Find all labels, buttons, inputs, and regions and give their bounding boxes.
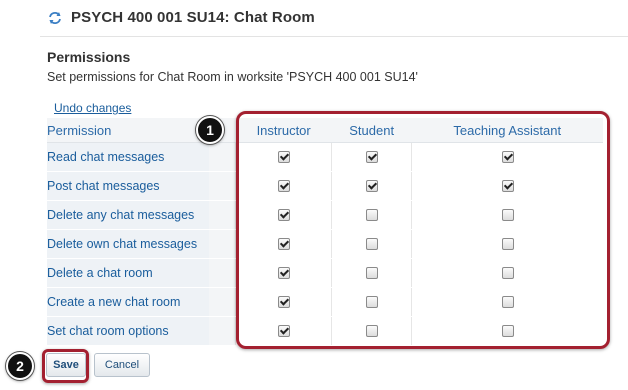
row-spacer [209, 287, 236, 317]
roles-highlight-box [236, 111, 610, 349]
save-button[interactable]: Save [46, 353, 86, 377]
permission-label: Delete any chat messages [47, 200, 209, 230]
callout-badge-1: 1 [196, 116, 224, 144]
section-description: Set permissions for Chat Room in worksit… [47, 70, 418, 84]
page-title: PSYCH 400 001 SU14: Chat Room [71, 9, 315, 26]
callout-badge-2: 2 [6, 352, 34, 380]
row-spacer [209, 200, 236, 230]
permission-label: Delete a chat room [47, 258, 209, 288]
cancel-button[interactable]: Cancel [94, 353, 150, 377]
permission-column-header: Permission [47, 118, 209, 143]
permission-label: Delete own chat messages [47, 229, 209, 259]
section-heading: Permissions [47, 49, 131, 65]
tool-title-bar: PSYCH 400 001 SU14: Chat Room [48, 9, 315, 26]
row-spacer [209, 171, 236, 201]
row-spacer [209, 258, 236, 288]
row-spacer [209, 229, 236, 259]
row-spacer [209, 316, 236, 346]
permission-label: Set chat room options [47, 316, 209, 346]
permission-label: Post chat messages [47, 171, 209, 201]
refresh-arrows-icon[interactable] [48, 11, 62, 25]
permission-label: Create a new chat room [47, 287, 209, 317]
title-divider [40, 36, 628, 37]
row-spacer [209, 142, 236, 172]
undo-changes-link[interactable]: Undo changes [54, 101, 131, 115]
permission-label: Read chat messages [47, 142, 209, 172]
